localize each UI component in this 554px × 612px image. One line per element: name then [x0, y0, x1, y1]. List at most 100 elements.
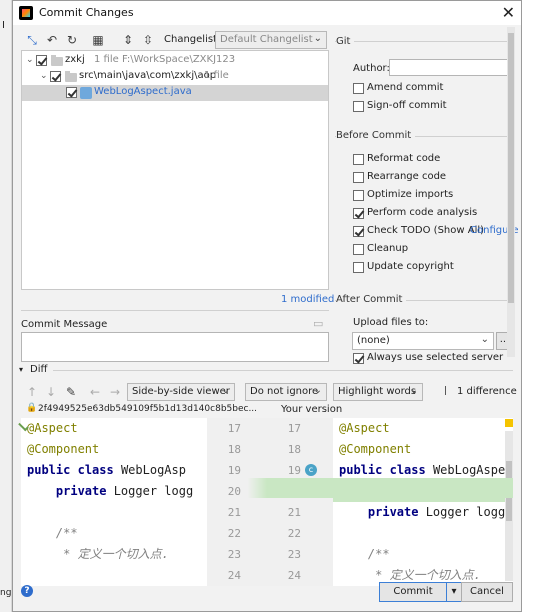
left-line-number: 24	[227, 569, 241, 582]
always-use-server-checkbox[interactable]	[353, 353, 364, 364]
perform-code-analysis-label: Perform code analysis	[367, 207, 478, 218]
left-line-number: 23	[227, 548, 241, 561]
right-line-number: 17	[287, 422, 301, 435]
viewer-value: Side-by-side viewer	[132, 386, 230, 397]
rearrange-code-checkbox[interactable]	[353, 172, 364, 183]
module-meta: 1 file F:\WorkSpace\ZXKJ123	[94, 54, 236, 65]
file-checkbox[interactable]	[66, 87, 77, 98]
java-file-icon	[80, 87, 92, 99]
vertical-bar-icon: |	[444, 386, 448, 396]
after-commit-title: After Commit	[336, 294, 407, 305]
amend-commit-checkbox[interactable]	[353, 83, 364, 94]
package-checkbox[interactable]	[50, 71, 61, 82]
left-line-number: 21	[227, 506, 241, 519]
class-icon[interactable]: c	[305, 464, 317, 476]
update-copyright-checkbox[interactable]	[353, 262, 364, 273]
chevron-down-icon: ⌄	[221, 385, 230, 396]
refresh-icon[interactable]: ↻	[65, 33, 79, 47]
diff-scrollbar-thumb[interactable]	[506, 461, 512, 521]
close-icon[interactable]: ✕	[502, 3, 515, 22]
upload-server-value: (none)	[357, 335, 390, 346]
changes-tree[interactable]: ⌄ zxkj 1 file F:\WorkSpace\ZXKJ123 ⌄ src…	[21, 50, 329, 290]
sign-off-commit-checkbox[interactable]	[353, 101, 364, 112]
options-scrollbar-thumb[interactable]	[508, 33, 514, 303]
author-input[interactable]	[389, 59, 511, 76]
message-history-icon[interactable]: ▭	[313, 317, 323, 330]
arrow-left-icon[interactable]: ←	[88, 385, 102, 399]
viewer-select[interactable]: Side-by-side viewer ⌄	[127, 383, 235, 401]
options-scrollbar[interactable]	[507, 27, 515, 357]
edit-icon[interactable]: ✎	[64, 385, 78, 399]
commit-button[interactable]: Commit	[379, 582, 447, 602]
git-separator	[335, 41, 513, 42]
diff-section-label: Diff	[30, 364, 48, 375]
title-bar: Commit Changes ✕	[13, 1, 521, 25]
chevron-down-icon: ⌄	[313, 385, 322, 396]
rollback-icon[interactable]: ↶	[45, 33, 59, 47]
chevron-down-icon[interactable]: ⌄	[40, 71, 48, 81]
tree-row-module[interactable]: ⌄ zxkj 1 file F:\WorkSpace\ZXKJ123	[22, 53, 328, 69]
warning-marker-icon	[505, 419, 513, 427]
left-code-pane[interactable]: @Aspect @Component public class WebLogAsp …	[21, 418, 207, 586]
code-line: @Component	[27, 442, 100, 456]
left-revision-label: 2f4949525e63db549109f5b1d13d140c8b5bec..…	[38, 404, 258, 414]
code-line: private String name=	[333, 481, 513, 502]
arrow-right-icon[interactable]: →	[108, 385, 122, 399]
package-meta: 1 file	[204, 70, 229, 81]
commit-message-input[interactable]	[21, 332, 329, 362]
tree-row-file[interactable]: WebLogAspect.java	[22, 85, 328, 101]
arrow-up-icon[interactable]: ↑	[25, 385, 39, 399]
group-by-icon[interactable]: ▦	[91, 33, 105, 47]
commit-options-button[interactable]: ▾	[446, 582, 462, 602]
left-line-number: 17	[227, 422, 241, 435]
check-todo-checkbox[interactable]	[353, 226, 364, 237]
code-line: private Logger logg	[55, 484, 194, 498]
changelist-label: Changelist:	[164, 34, 221, 45]
splitter[interactable]	[21, 310, 329, 311]
modified-count-link[interactable]: 1 modified	[281, 294, 334, 305]
diff-scrollbar[interactable]	[505, 431, 513, 581]
cancel-button[interactable]: Cancel	[461, 582, 513, 602]
highlight-select[interactable]: Highlight words ⌄	[333, 383, 423, 401]
left-line-number: 22	[227, 527, 241, 540]
package-path: src\main\java\com\zxkj\aop	[79, 70, 217, 81]
expand-all-icon[interactable]: ⇕	[121, 33, 135, 47]
include-change-checkbox[interactable]	[303, 486, 314, 497]
whitespace-select[interactable]: Do not ignore ⌄	[245, 383, 327, 401]
left-line-number: 20	[227, 485, 241, 498]
background-menu-glyph: I	[2, 20, 5, 31]
right-line-number: 20	[287, 485, 301, 498]
code-line: /**	[339, 547, 390, 561]
tree-row-package[interactable]: ⌄ src\main\java\com\zxkj\aop 1 file	[22, 69, 328, 85]
module-name: zxkj	[65, 54, 85, 65]
collapse-diff-icon[interactable]: ▾	[19, 365, 23, 374]
changelist-value: Default Changelist	[220, 34, 313, 45]
right-code-pane[interactable]: @Aspect @Component public class WebLogAspe…	[333, 418, 513, 586]
chevron-down-icon: ⌄	[480, 334, 489, 345]
collapse-all-icon[interactable]: ⇳	[141, 33, 155, 47]
code-line: @Component	[339, 442, 412, 456]
code-line: /**	[27, 526, 78, 540]
arrow-down-icon[interactable]: ↓	[44, 385, 58, 399]
help-icon[interactable]: ?	[21, 585, 33, 597]
cleanup-checkbox[interactable]	[353, 244, 364, 255]
reformat-code-checkbox[interactable]	[353, 154, 364, 165]
upload-files-label: Upload files to:	[353, 317, 429, 328]
code-line: public class WebLogAspec	[339, 463, 513, 477]
background-window-edge: I ng	[0, 0, 12, 612]
module-checkbox[interactable]	[36, 55, 47, 66]
optimize-imports-checkbox[interactable]	[353, 190, 364, 201]
intellij-logo-icon	[19, 6, 33, 20]
left-line-number: 19	[227, 464, 241, 477]
chevron-down-icon: ▾	[451, 586, 457, 597]
diff-gutter: 17 18 19 20 21 22 23 24 17 18 19 20 21 22 23 24 c	[207, 418, 333, 586]
perform-code-analysis-checkbox[interactable]	[353, 208, 364, 219]
amend-commit-label: Amend commit	[367, 82, 444, 93]
author-label: Author:	[353, 63, 390, 74]
show-diff-icon[interactable]: ⤡	[25, 33, 39, 47]
changelist-select[interactable]: Default Changelist ⌄	[215, 31, 327, 49]
upload-server-select[interactable]: (none) ⌄	[352, 332, 494, 350]
before-commit-title: Before Commit	[336, 130, 416, 141]
chevron-down-icon[interactable]: ⌄	[26, 55, 34, 65]
